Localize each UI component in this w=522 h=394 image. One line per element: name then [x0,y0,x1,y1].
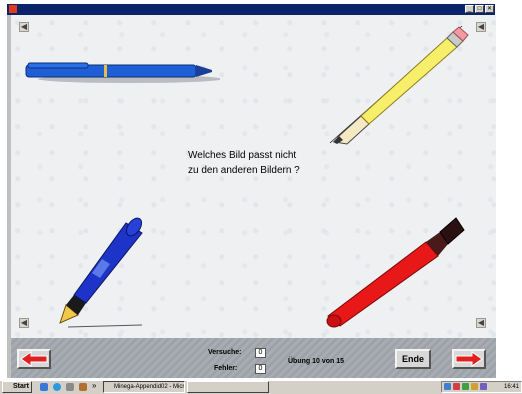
taskbar-item-app[interactable]: Minega-Appendid02 - Micr... [103,381,185,393]
quicklaunch-icon[interactable] [79,383,87,391]
question-line: Welches Bild passt nicht [188,150,297,161]
question-line: zu den anderen Bildern ? [188,165,300,176]
pen-tip [196,65,212,77]
tray-app-icon[interactable] [480,383,487,390]
lipstick-base [326,314,342,328]
speaker-icon[interactable]: ◀ [19,22,29,32]
tray-volume-icon[interactable] [471,383,478,390]
explorer-icon[interactable] [66,383,74,391]
quicklaunch-more-icon[interactable]: » [92,381,96,390]
desktop-icon[interactable] [40,383,48,391]
ballpoint-pen-image[interactable] [20,55,220,90]
speaker-icon[interactable]: ◀ [19,318,29,328]
lipstick-body [327,241,439,327]
back-button[interactable] [17,349,51,369]
speaker-icon[interactable]: ◀ [476,318,486,328]
lipstick-image[interactable] [322,212,472,332]
attempts-label: Versuche: [208,349,242,356]
tray-update-icon[interactable] [462,383,469,390]
question-text: Welches Bild passt nicht zu den anderen … [188,148,358,178]
taskbar-item-2[interactable] [187,381,269,393]
end-button[interactable]: Ende [395,349,431,369]
pen-clip [27,62,89,69]
exercise-progress: Übung 10 von 15 [288,358,345,365]
maximize-button[interactable]: □ [475,5,484,13]
next-button[interactable] [452,349,486,369]
app-icon[interactable] [9,5,17,13]
tray-security-icon[interactable] [453,383,460,390]
close-button[interactable]: ✕ [485,5,494,13]
attempts-value: 0 [255,348,266,358]
errors-value: 0 [255,364,266,374]
title-bar[interactable] [7,4,495,15]
pencil-image[interactable] [325,18,470,148]
tray-network-icon[interactable] [444,383,451,390]
errors-label: Fehler: [214,365,238,372]
minimize-button[interactable]: _ [465,5,474,13]
pen-band [104,65,107,77]
arrow-left-icon [20,351,48,367]
browser-icon[interactable] [53,383,61,391]
pencil-body [360,37,458,125]
start-button[interactable]: Start [2,381,32,393]
fountain-pen-image[interactable] [52,205,152,335]
arrow-right-icon [455,351,483,367]
speaker-icon[interactable]: ◀ [476,22,486,32]
